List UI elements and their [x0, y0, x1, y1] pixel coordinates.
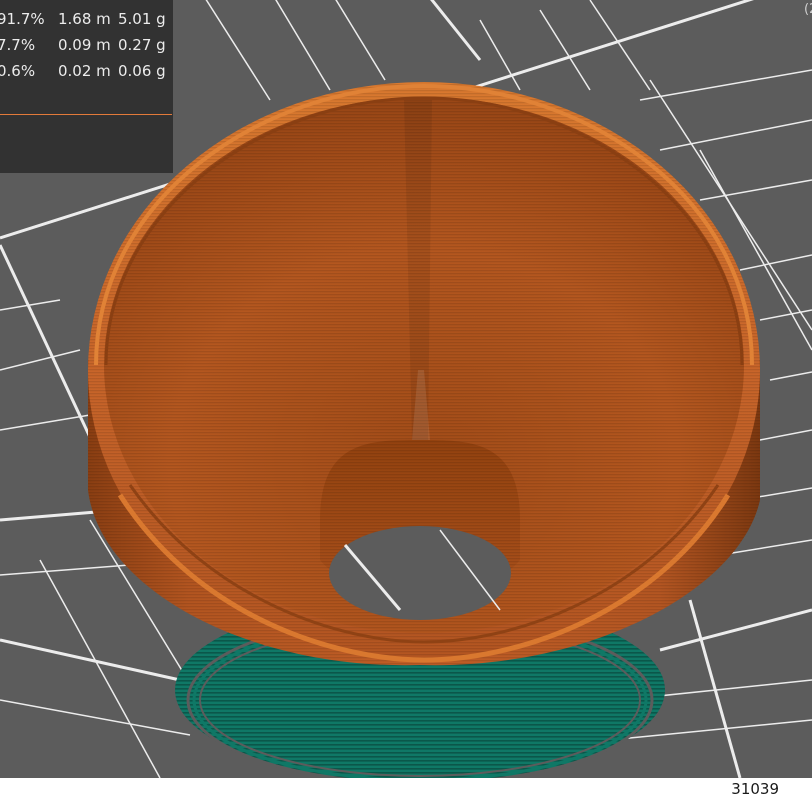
status-counter: 31039: [731, 780, 779, 798]
funnel-hole: [329, 526, 511, 620]
stats-weight: 5.01 g: [118, 10, 166, 28]
stats-length: 0.02 m: [58, 62, 111, 80]
stats-percent: 0.6%: [0, 62, 36, 80]
filament-stats-panel: 91.7% 1.68 m 5.01 g 7.7% 0.09 m 0.27 g 0…: [0, 0, 173, 173]
corner-label: (2: [804, 2, 812, 17]
stats-percent: 91.7%: [0, 10, 45, 28]
stats-length: 0.09 m: [58, 36, 111, 54]
stats-weight: 0.27 g: [118, 36, 166, 54]
stats-length: 1.68 m: [58, 10, 111, 28]
stats-separator: [0, 114, 172, 115]
stats-percent: 7.7%: [0, 36, 36, 54]
funnel-model: [88, 82, 760, 666]
stats-weight: 0.06 g: [118, 62, 166, 80]
